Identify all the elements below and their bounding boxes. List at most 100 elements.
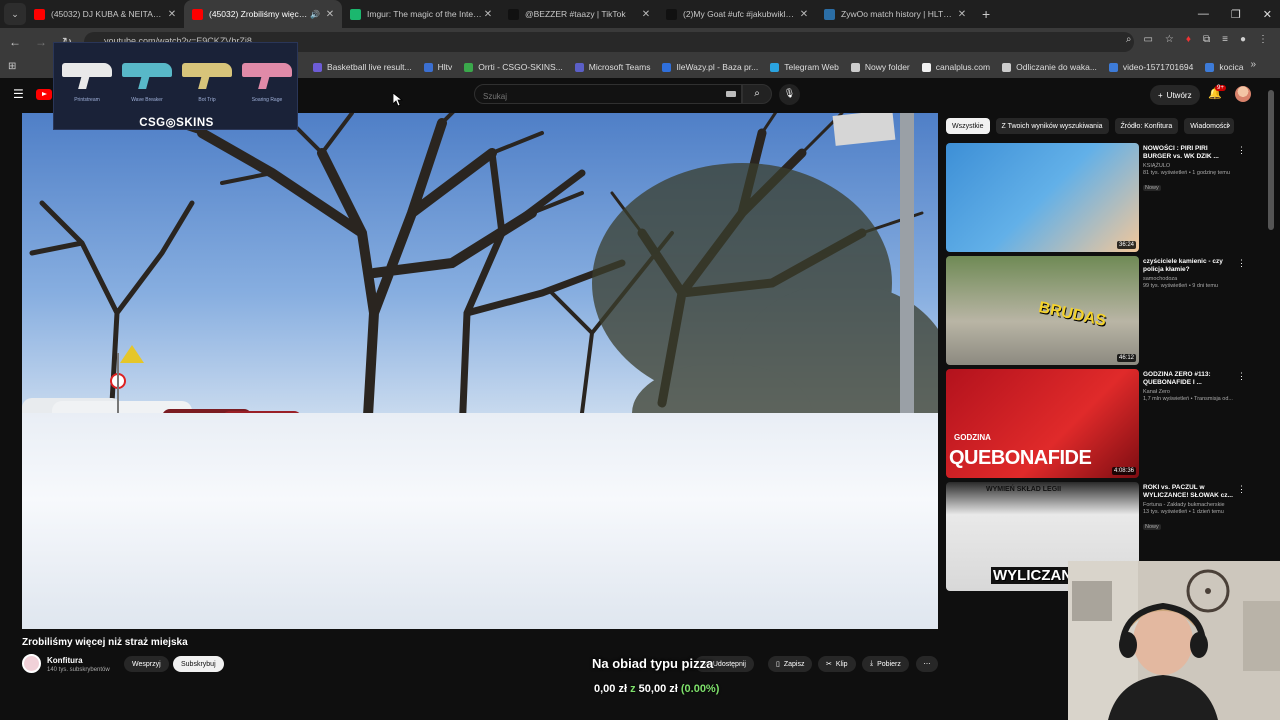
browser-tab[interactable]: ZywOo match history | HLTV.org ✕ bbox=[816, 0, 974, 28]
tab-title: (45032) DJ KUBA & NEITAN - P bbox=[51, 9, 166, 19]
bookmark-item[interactable]: Hltv bbox=[423, 62, 453, 72]
extensions-icon[interactable]: ⧉ bbox=[1203, 34, 1210, 45]
recommendation-item[interactable]: GODZINA QUEBONAFIDE 4:08:36 GODZINA ZERO #1… bbox=[946, 369, 1246, 479]
thumbnail-caption: WYMIEŃ SKŁAD LEGII bbox=[986, 486, 1062, 493]
donation-goal: 0,00 zł z 50,00 zł (0.00%) bbox=[594, 683, 719, 695]
cast-icon[interactable]: ▭ bbox=[1143, 34, 1152, 45]
bookmark-item[interactable]: Telegram Web bbox=[770, 62, 839, 72]
bookmark-item[interactable]: Nowy folder bbox=[850, 62, 910, 72]
video-player[interactable] bbox=[22, 113, 938, 629]
page-scrollbar[interactable] bbox=[1268, 90, 1274, 230]
tab-close-icon[interactable]: ✕ bbox=[482, 9, 494, 20]
kebab-menu-icon[interactable]: ⋮ bbox=[1237, 258, 1246, 269]
hamburger-menu-icon[interactable]: ☰ bbox=[13, 87, 24, 101]
bookmark-label: Orrti - CSGO-SKINS... bbox=[478, 62, 563, 72]
create-button[interactable]: + Utwórz bbox=[1150, 85, 1200, 105]
maximize-icon[interactable]: ❐ bbox=[1231, 8, 1241, 21]
channel-name[interactable]: Konfitura bbox=[47, 656, 83, 665]
back-icon[interactable]: ← bbox=[4, 35, 26, 49]
channel-avatar[interactable] bbox=[22, 654, 41, 673]
bookmark-label: Telegram Web bbox=[784, 62, 839, 72]
browser-tab[interactable]: Imgur: The magic of the Interne ✕ bbox=[342, 0, 500, 28]
donation-separator: z bbox=[630, 683, 636, 695]
close-window-icon[interactable]: ✕ bbox=[1263, 8, 1272, 21]
recommendation-thumbnail[interactable]: 36:24 bbox=[946, 143, 1139, 252]
search-button[interactable]: ⌕ bbox=[742, 84, 772, 104]
tab-audio-icon[interactable]: 🔊 bbox=[310, 10, 320, 19]
more-actions-button[interactable]: ⋯ bbox=[916, 656, 938, 672]
tab-close-icon[interactable]: ✕ bbox=[324, 9, 336, 20]
youtube-logo-icon[interactable] bbox=[36, 89, 52, 100]
recommendation-title[interactable]: NOWOŚCI : PIRI PIRI BURGER vs. WK DZIK .… bbox=[1143, 145, 1235, 161]
zoom-icon[interactable]: ⌕ bbox=[1126, 34, 1132, 45]
tab-close-icon[interactable]: ✕ bbox=[166, 9, 178, 20]
support-button[interactable]: Wesprzyj bbox=[124, 656, 169, 672]
recommendation-item[interactable]: 36:24 NOWOŚCI : PIRI PIRI BURGER vs. WK D… bbox=[946, 143, 1246, 253]
tab-list-button[interactable]: ⌄ bbox=[4, 3, 26, 25]
media-controls-icon[interactable]: ≡ bbox=[1222, 34, 1228, 45]
clip-button[interactable]: ✂ Klip bbox=[818, 656, 856, 672]
browser-tab[interactable]: @BEZZER #taazy | TikTok ✕ bbox=[500, 0, 658, 28]
save-button[interactable]: ▯ Zapisz bbox=[768, 656, 813, 672]
cursor-shape bbox=[393, 93, 403, 107]
bookmark-label: Hltv bbox=[437, 62, 453, 72]
chips-next-icon[interactable]: › bbox=[1227, 120, 1230, 131]
donation-current: 0,00 zł bbox=[594, 683, 628, 695]
tab-title: ZywOo match history | HLTV.org bbox=[841, 9, 956, 19]
filter-chips: Wszystkie Z Twoich wyników wyszukiwania Źr… bbox=[946, 118, 1246, 134]
bookmark-favicon-icon bbox=[423, 62, 433, 72]
recommendation-title[interactable]: czyściciele kamienic - czy policja kłami… bbox=[1143, 258, 1235, 274]
tab-favicon-icon bbox=[350, 8, 361, 20]
extension-red-icon[interactable]: ♦ bbox=[1186, 34, 1191, 45]
gun-icon bbox=[242, 63, 292, 77]
tab-close-icon[interactable]: ✕ bbox=[798, 9, 810, 20]
search-input[interactable] bbox=[474, 84, 742, 104]
kebab-menu-icon[interactable]: ⋮ bbox=[1237, 484, 1246, 495]
kebab-menu-icon[interactable]: ⋮ bbox=[1237, 371, 1246, 382]
filter-chip[interactable]: Wszystkie bbox=[946, 118, 990, 134]
bookmark-favicon-icon bbox=[770, 62, 780, 72]
bookmark-item[interactable]: kocica bbox=[1205, 62, 1243, 72]
csgo-skins-ad[interactable]: Printstream Wave Breaker Bot Trip Soaring R… bbox=[53, 42, 298, 130]
download-button[interactable]: ⤓ Pobierz bbox=[862, 656, 909, 672]
keyboard-icon[interactable] bbox=[726, 91, 736, 97]
recommendation-title[interactable]: ROKI vs. PACZUL w WYLICZANCE! SŁOWAK cz.… bbox=[1143, 484, 1235, 500]
voice-search-button[interactable]: 🎙 bbox=[779, 84, 800, 105]
recommendation-title[interactable]: GODZINA ZERO #113: QUEBONAFIDE I ... bbox=[1143, 371, 1235, 387]
bookmark-label: kocica bbox=[1219, 62, 1244, 72]
apps-grid-icon[interactable]: ⊞ bbox=[8, 61, 16, 72]
new-badge: Nowy bbox=[1143, 524, 1161, 530]
bookmark-item[interactable]: IleWazy.pl - Baza pr... bbox=[662, 62, 758, 72]
minimize-icon[interactable]: — bbox=[1198, 8, 1209, 20]
browser-menu-icon[interactable]: ⋮ bbox=[1258, 34, 1268, 45]
tab-close-icon[interactable]: ✕ bbox=[640, 9, 652, 20]
clip-label: Klip bbox=[835, 660, 848, 668]
browser-tab[interactable]: (45032) Zrobiliśmy więcej n 🔊 ✕ bbox=[184, 0, 342, 28]
bookmark-item[interactable]: Basketball live result... bbox=[313, 62, 412, 72]
browser-tab[interactable]: (45032) DJ KUBA & NEITAN - P ✕ bbox=[26, 0, 184, 28]
browser-tab-strip: ⌄ (45032) DJ KUBA & NEITAN - P ✕ (45032) Z… bbox=[0, 0, 1280, 28]
bookmark-item[interactable]: canalplus.com bbox=[921, 62, 990, 72]
new-tab-button[interactable]: + bbox=[982, 6, 990, 22]
forward-icon[interactable]: → bbox=[30, 35, 52, 49]
bookmark-star-icon[interactable]: ☆ bbox=[1165, 34, 1174, 45]
bookmark-item[interactable]: Microsoft Teams bbox=[574, 62, 650, 72]
bookmark-favicon-icon bbox=[313, 62, 322, 72]
recommendation-meta: 81 tys. wyświetleń • 1 godzinę temu bbox=[1143, 170, 1230, 176]
recommendation-thumbnail[interactable]: BRUDAS 46:12 bbox=[946, 256, 1139, 365]
recommendation-item[interactable]: BRUDAS 46:12 czyściciele kamienic - czy po… bbox=[946, 256, 1246, 366]
filter-chip[interactable]: Z Twoich wyników wyszukiwania bbox=[995, 118, 1109, 134]
filter-chip[interactable]: Źródło: Konfitura bbox=[1114, 118, 1179, 134]
bookmark-item[interactable]: Odliczanie do waka... bbox=[1002, 62, 1097, 72]
browser-tab[interactable]: (2)My Goat #ufc #jakubwiklacz ✕ bbox=[658, 0, 816, 28]
subscribe-button[interactable]: Subskrybuj bbox=[173, 656, 224, 672]
bookmark-item[interactable]: Orrti - CSGO-SKINS... bbox=[464, 62, 563, 72]
bookmark-label: IleWazy.pl - Baza pr... bbox=[676, 62, 759, 72]
tab-close-icon[interactable]: ✕ bbox=[956, 9, 968, 20]
bookmarks-more-icon[interactable]: » bbox=[1250, 59, 1256, 70]
account-avatar[interactable] bbox=[1235, 86, 1251, 102]
bookmark-item[interactable]: video-1571701694 bbox=[1108, 62, 1193, 72]
profile-icon[interactable]: ● bbox=[1240, 34, 1246, 45]
kebab-menu-icon[interactable]: ⋮ bbox=[1237, 145, 1246, 156]
recommendation-thumbnail[interactable]: GODZINA QUEBONAFIDE 4:08:36 bbox=[946, 369, 1139, 478]
